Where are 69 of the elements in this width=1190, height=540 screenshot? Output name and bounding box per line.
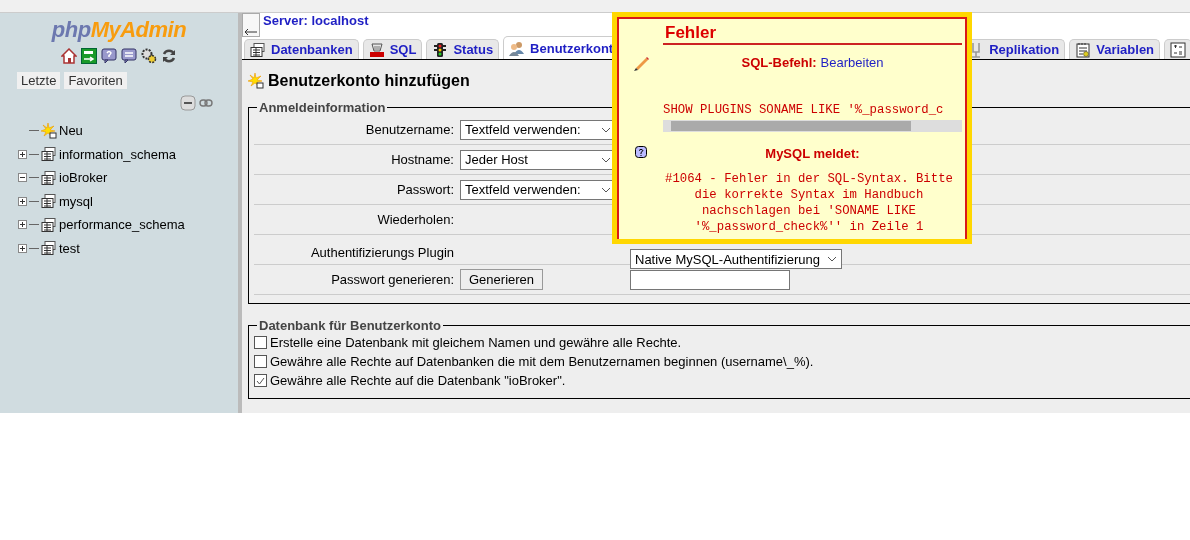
checkbox[interactable] — [254, 374, 267, 387]
tab[interactable] — [1164, 39, 1190, 59]
chevron-icon[interactable] — [601, 156, 611, 163]
tab[interactable]: Variablen — [1069, 39, 1161, 59]
fieldset-legend: Datenbank für Benutzerkonto — [257, 318, 443, 333]
tree-item[interactable]: ioBroker — [59, 170, 108, 186]
collapse-all-icon[interactable] — [180, 95, 196, 111]
checkbox-label[interactable]: Gewähre alle Rechte auf Datenbanken die mit dem Benutzernamen beginnen (username\_%). — [270, 354, 814, 369]
help-icon[interactable] — [635, 146, 647, 158]
help-icon[interactable] — [101, 48, 117, 64]
page-heading: Benutzerkonto hinzufügen — [268, 72, 470, 90]
checkbox-label[interactable]: Gewähre alle Rechte auf die Datenbank "ioBroker". — [270, 373, 566, 388]
database-icon — [41, 194, 57, 209]
field-label: Benutzername: — [364, 122, 454, 137]
chevron-icon[interactable] — [827, 256, 837, 262]
database-icon — [250, 42, 266, 57]
database-icon — [41, 147, 57, 162]
link-icon[interactable] — [199, 99, 213, 107]
mysql-response-label: MySQL meldet: — [764, 146, 861, 161]
checkbox-label[interactable]: Erstelle eine Datenbank mit gleichem Namen und gewähre alle Rechte. — [270, 335, 682, 350]
field-label: Wiederholen: — [376, 212, 454, 227]
collapse-icon[interactable] — [18, 173, 27, 183]
chevron-icon[interactable] — [601, 186, 611, 193]
expand-icon[interactable] — [18, 196, 27, 206]
tree-item[interactable]: test — [59, 240, 80, 256]
pencil-icon[interactable] — [633, 55, 649, 71]
input-field[interactable] — [630, 269, 790, 290]
tab[interactable]: Status — [426, 39, 500, 59]
error-title: Fehler — [663, 19, 962, 45]
field-label: Hostname: — [390, 152, 454, 167]
server-breadcrumb[interactable]: Server: localhost — [263, 13, 369, 28]
exit-icon[interactable] — [81, 48, 97, 64]
field-label: Passwort generieren: — [330, 272, 454, 287]
generate-button[interactable]: Generieren — [460, 269, 544, 290]
tree-item[interactable]: Neu — [59, 123, 83, 139]
expand-icon[interactable] — [18, 220, 27, 230]
expand-icon[interactable] — [18, 149, 27, 159]
checkbox[interactable] — [254, 355, 267, 368]
error-message: #1064 - Fehler in der SQL-Syntax. Bitte die korrekte Syntax im Handbuch nachschlagen bei 'SONAME LIKE '%_password_check%'' in Zeile 1 — [664, 171, 954, 235]
tab[interactable]: Datenbanken — [244, 39, 359, 59]
sql-icon — [368, 41, 385, 58]
sql-query: SHOW PLUGINS SONAME LIKE '%_password_c — [663, 103, 945, 117]
database-icon — [41, 217, 57, 232]
tree-item[interactable]: performance_schema — [59, 217, 185, 233]
sparkle-icon — [41, 122, 57, 139]
field-label: Authentifizierungs Plugin — [309, 244, 454, 260]
gears-icon[interactable] — [141, 48, 157, 64]
database-icon — [41, 241, 57, 256]
nav-button[interactable]: Letzte — [17, 72, 61, 89]
edit-link[interactable]: Bearbeiten — [820, 55, 884, 70]
field-label: Passwort: — [395, 182, 454, 197]
home-icon[interactable] — [61, 48, 77, 64]
traffic-light-icon — [432, 41, 449, 58]
nav-button[interactable]: Favoriten — [64, 72, 127, 89]
horizontal-scrollbar[interactable] — [663, 120, 962, 132]
select-field[interactable]: Native MySQL-Authentifizierung — [630, 249, 842, 269]
tree-item[interactable]: information_schema — [59, 146, 177, 162]
database-icon — [41, 170, 57, 185]
sql-command-label: SQL-Befehl: — [741, 55, 817, 70]
users-icon — [509, 40, 526, 56]
expand-icon[interactable] — [18, 243, 27, 253]
fieldset-legend: Anmeldeinformation — [257, 100, 388, 115]
sparkle-icon — [248, 73, 264, 89]
tree-item[interactable]: mysql — [59, 193, 93, 209]
reload-icon[interactable] — [161, 48, 177, 64]
checkbox[interactable] — [254, 336, 267, 349]
tab[interactable]: SQL — [362, 39, 423, 59]
chevron-icon[interactable] — [601, 126, 611, 133]
sql-docs-icon[interactable] — [121, 48, 137, 64]
